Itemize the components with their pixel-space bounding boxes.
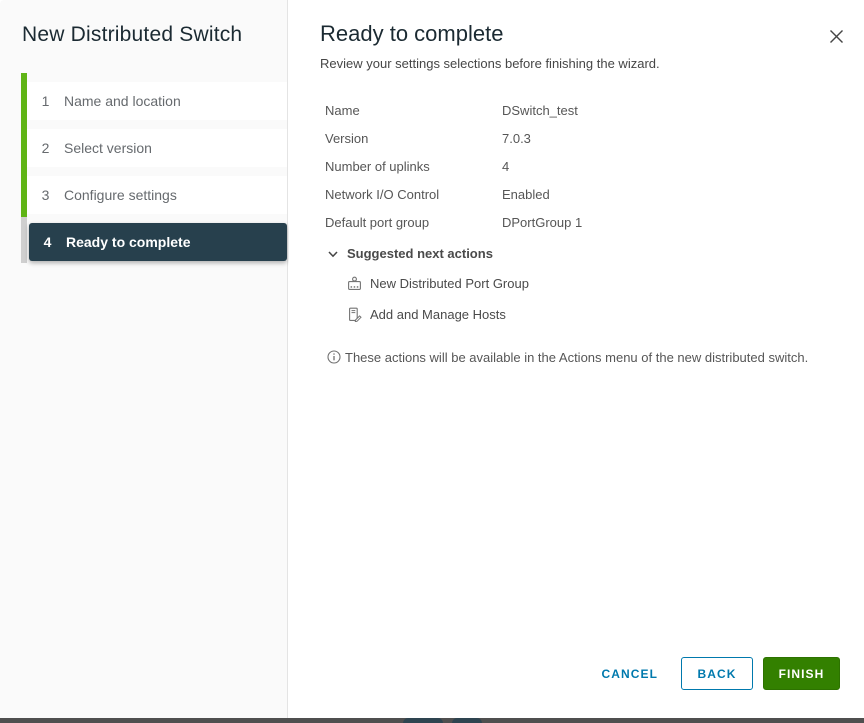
port-group-icon bbox=[347, 276, 362, 291]
finish-button[interactable]: FINISH bbox=[763, 657, 840, 690]
row-value: Enabled bbox=[502, 187, 550, 202]
info-icon bbox=[327, 350, 341, 364]
settings-summary-table: Name DSwitch_test Version 7.0.3 Number o… bbox=[325, 96, 755, 236]
table-row: Version 7.0.3 bbox=[325, 124, 755, 152]
row-label: Version bbox=[325, 131, 502, 146]
wizard-title: New Distributed Switch bbox=[22, 23, 242, 47]
wizard-footer: CANCEL BACK FINISH bbox=[600, 657, 840, 690]
step-label: Ready to complete bbox=[66, 234, 190, 250]
row-value: DPortGroup 1 bbox=[502, 215, 582, 230]
row-value: 7.0.3 bbox=[502, 131, 531, 146]
step-number: 4 bbox=[29, 234, 66, 250]
table-row: Network I/O Control Enabled bbox=[325, 180, 755, 208]
cancel-button[interactable]: CANCEL bbox=[600, 661, 660, 687]
row-value: 4 bbox=[502, 159, 509, 174]
action-new-distributed-port-group[interactable]: New Distributed Port Group bbox=[347, 276, 529, 291]
page-title: Ready to complete bbox=[320, 21, 503, 47]
sidebar-step-ready-to-complete[interactable]: 4 Ready to complete bbox=[29, 223, 287, 261]
table-row: Name DSwitch_test bbox=[325, 96, 755, 124]
step-number: 1 bbox=[27, 93, 64, 109]
table-row: Number of uplinks 4 bbox=[325, 152, 755, 180]
row-label: Default port group bbox=[325, 215, 502, 230]
info-note: These actions will be available in the A… bbox=[327, 349, 832, 367]
row-value: DSwitch_test bbox=[502, 103, 578, 118]
info-note-text: These actions will be available in the A… bbox=[345, 350, 808, 365]
action-label: New Distributed Port Group bbox=[370, 276, 529, 291]
chevron-down-icon bbox=[327, 248, 339, 260]
step-label: Configure settings bbox=[64, 187, 177, 203]
step-number: 2 bbox=[27, 140, 64, 156]
back-button[interactable]: BACK bbox=[681, 657, 753, 690]
table-row: Default port group DPortGroup 1 bbox=[325, 208, 755, 236]
step-label: Name and location bbox=[64, 93, 181, 109]
row-label: Name bbox=[325, 103, 502, 118]
wizard-subtitle: Review your settings selections before f… bbox=[320, 56, 660, 71]
sidebar-step-configure-settings[interactable]: 3 Configure settings bbox=[27, 176, 287, 214]
row-label: Number of uplinks bbox=[325, 159, 502, 174]
wizard-content-panel: Ready to complete Review your settings s… bbox=[289, 0, 864, 718]
suggested-next-actions-toggle[interactable]: Suggested next actions bbox=[327, 246, 493, 261]
background-artifact bbox=[452, 718, 482, 723]
row-label: Network I/O Control bbox=[325, 187, 502, 202]
action-add-and-manage-hosts[interactable]: Add and Manage Hosts bbox=[347, 307, 506, 322]
sidebar-step-select-version[interactable]: 2 Select version bbox=[27, 129, 287, 167]
add-hosts-icon bbox=[347, 307, 362, 322]
close-icon bbox=[828, 28, 845, 45]
step-label: Select version bbox=[64, 140, 152, 156]
wizard-sidebar: New Distributed Switch 1 Name and locati… bbox=[0, 0, 288, 718]
step-progress-rail-current bbox=[21, 217, 27, 263]
close-button[interactable] bbox=[824, 24, 848, 48]
background-artifact bbox=[403, 718, 443, 723]
suggested-next-actions-label: Suggested next actions bbox=[347, 246, 493, 261]
step-number: 3 bbox=[27, 187, 64, 203]
background-bleed-strip bbox=[0, 718, 864, 723]
sidebar-step-name-and-location[interactable]: 1 Name and location bbox=[27, 82, 287, 120]
new-distributed-switch-wizard-dialog: New Distributed Switch 1 Name and locati… bbox=[0, 0, 864, 723]
action-label: Add and Manage Hosts bbox=[370, 307, 506, 322]
